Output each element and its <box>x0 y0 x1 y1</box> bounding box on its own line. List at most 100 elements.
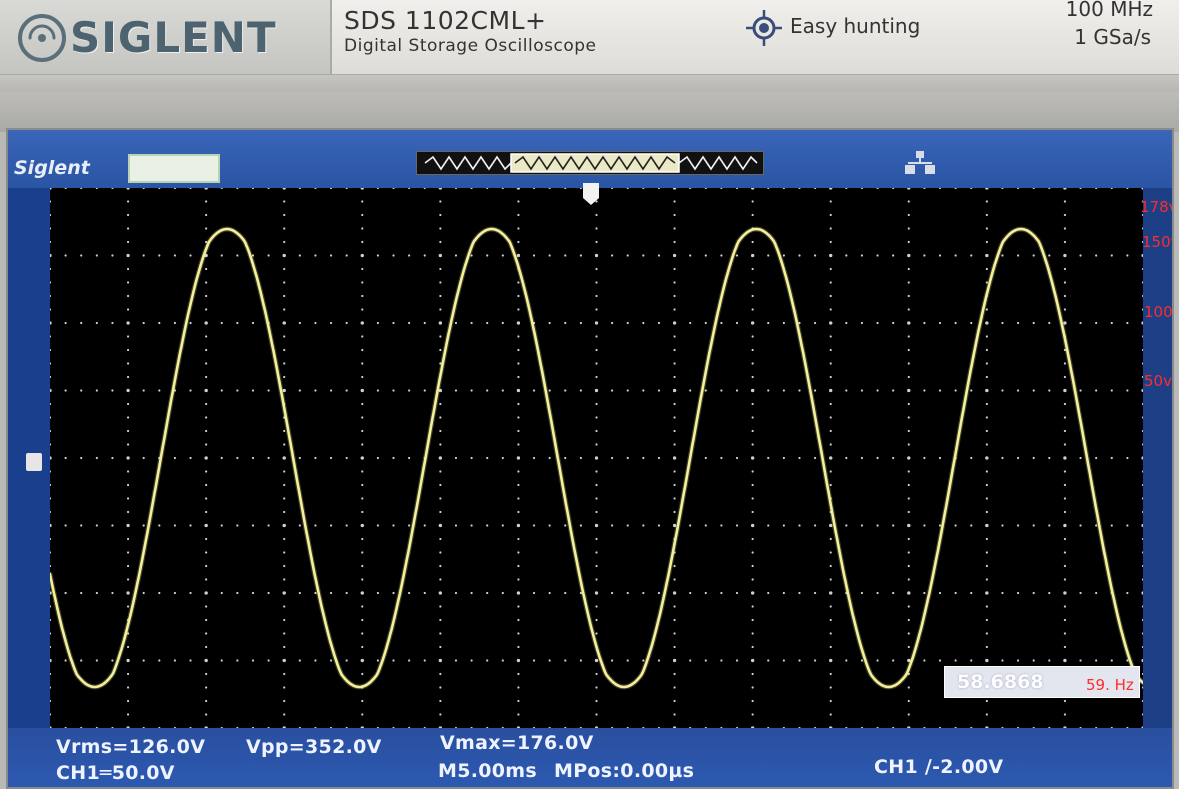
grid-dot <box>595 686 598 689</box>
grid-dot <box>907 240 910 244</box>
grid-dot <box>470 659 473 662</box>
grid-dot <box>438 523 442 528</box>
grid-dot <box>267 591 270 595</box>
grid-dot <box>735 524 739 527</box>
grid-dot <box>95 254 98 257</box>
grid-dot <box>439 618 442 622</box>
grid-dot <box>1048 389 1051 392</box>
grid-dot <box>1063 605 1067 608</box>
grid-dot <box>579 321 582 325</box>
grid-dot <box>501 659 504 662</box>
grid-dot <box>236 591 239 595</box>
grid-dot <box>595 564 598 568</box>
grid-dot <box>642 389 645 392</box>
grid-dot <box>64 591 67 595</box>
grid-dot <box>954 254 957 257</box>
grid-dot <box>938 456 942 460</box>
grid-dot <box>298 254 301 257</box>
grid-dot <box>173 659 177 662</box>
grid-dot <box>438 321 442 325</box>
horizontal-position-readout[interactable]: MPos:0.00µs <box>554 760 694 782</box>
grid-dot <box>205 294 208 298</box>
grid-dot <box>798 524 801 527</box>
grid-dot <box>189 321 192 325</box>
grid-dot <box>751 294 754 298</box>
grid-dot <box>64 456 67 460</box>
grid-dot <box>516 658 521 663</box>
grid-dot <box>1063 267 1067 271</box>
grid-dot <box>626 321 629 325</box>
grid-dot <box>236 524 239 527</box>
grid-dot <box>657 389 661 392</box>
grid-dot <box>189 659 192 662</box>
grid-dot <box>579 389 582 392</box>
grid-dot <box>126 591 130 595</box>
grid-dot <box>907 335 910 338</box>
trigger-level-readout[interactable]: CH1 ∕-2.00V <box>874 756 1003 778</box>
grid-dot <box>1048 524 1051 527</box>
grid-dot <box>782 456 785 460</box>
grid-dot <box>985 605 988 608</box>
grid-dot <box>361 294 364 298</box>
grid-dot <box>439 348 442 352</box>
grid-dot <box>829 253 833 258</box>
grid-dot <box>938 254 942 257</box>
grid-dot <box>282 321 286 325</box>
grid-dot <box>829 456 833 460</box>
grid-dot <box>595 470 598 473</box>
grid-dot <box>1063 429 1067 433</box>
grid-dot <box>720 659 723 662</box>
grid-dot <box>204 658 208 663</box>
grid-dot <box>1016 254 1020 257</box>
waveform-display[interactable] <box>50 188 1143 728</box>
memory-position-strip[interactable] <box>416 151 764 175</box>
grid-dot <box>173 591 177 595</box>
grid-dot <box>1016 659 1020 662</box>
grid-dot <box>923 456 926 460</box>
trigger-position-marker-icon[interactable] <box>582 182 600 206</box>
grid-dot <box>360 658 364 663</box>
screen-brand-label: Siglent <box>14 157 90 179</box>
grid-dot <box>564 254 567 257</box>
grid-dot <box>158 188 161 190</box>
grid-dot <box>954 389 957 392</box>
grid-dot <box>517 713 520 716</box>
grid-dot <box>50 686 52 689</box>
grid-dot <box>439 483 442 487</box>
brand-panel: SIGLENT <box>0 0 330 75</box>
grid-dot <box>283 470 286 473</box>
grid-dot <box>704 321 707 325</box>
grid-dot <box>907 618 910 622</box>
grid-dot <box>782 188 785 190</box>
grid-dot <box>735 254 739 257</box>
grid-dot <box>50 443 52 446</box>
grid-dot <box>673 699 676 703</box>
grid-dot <box>657 254 661 257</box>
grid-dot <box>626 659 629 662</box>
grid-dot <box>517 699 520 703</box>
grid-dot <box>985 308 988 311</box>
grid-dot <box>205 429 208 433</box>
grid-dot <box>501 591 504 595</box>
grid-dot <box>829 321 833 325</box>
grid-dot <box>673 713 676 716</box>
grid-dot <box>126 497 130 500</box>
grid-dot <box>595 240 598 244</box>
grid-dot <box>829 281 832 284</box>
grid-dot <box>579 456 582 460</box>
grid-dot <box>283 429 286 433</box>
ch1-ground-marker-icon[interactable] <box>26 453 42 471</box>
grid-dot <box>439 402 442 406</box>
grid-dot <box>532 188 536 190</box>
grid-dot <box>439 686 442 689</box>
grid-dot <box>595 672 598 676</box>
timebase-readout[interactable]: M5.00ms <box>438 760 537 782</box>
grid-dot <box>1032 659 1035 662</box>
grid-dot <box>50 699 52 703</box>
grid-dot <box>361 605 364 608</box>
grid-dot <box>50 200 52 203</box>
ch1-scale-readout[interactable]: CH1═50.0V <box>56 762 175 784</box>
grid-dot <box>158 254 161 257</box>
grid-dot <box>361 713 364 716</box>
grid-dot <box>236 659 239 662</box>
